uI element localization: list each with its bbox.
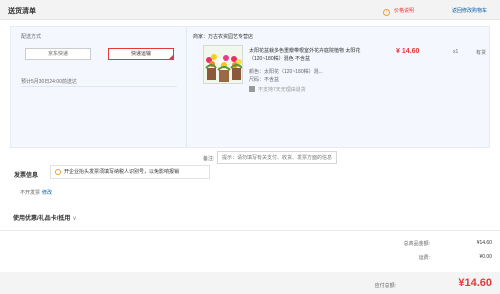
selected-check-icon (168, 54, 174, 60)
invoice-tip-text: 开企业抬头发票须填写纳税人识别号，以免影响报销 (64, 169, 180, 175)
info-icon: ! (383, 9, 390, 16)
lightbulb-icon (55, 169, 61, 175)
divider (0, 230, 500, 231)
invoice-title: 发票信息 (14, 173, 39, 179)
shipping-option-courier-label: 快递运输 (130, 51, 151, 57)
stock-status: 有货 (476, 50, 487, 56)
invoice-status-text: 不开发票 (20, 190, 41, 196)
price-help-link[interactable]: ! 价格说明 (383, 7, 414, 16)
payable-total: ¥14.60 (458, 277, 492, 289)
product-price: ¥ 14.60 (396, 48, 420, 55)
shipping-label: 配送方式 (21, 34, 42, 40)
delivery-eta: 预计5月30日24:00前送达 (21, 79, 77, 85)
section-title: 送货清单 (8, 8, 36, 15)
order-block: 配送方式 京东快递 快递运输 预计5月30日24:00前送达 商家：万古农资园艺… (10, 26, 490, 164)
no-return-label: 不支持7天无理由退货 (258, 87, 306, 93)
freight-label: 运费: (418, 255, 430, 261)
price-help-label: 价格说明 (394, 8, 415, 14)
back-to-cart-link[interactable]: 返回修改购物车 (452, 7, 487, 14)
shipping-panel: 配送方式 京东快递 快递运输 预计5月30日24:00前送达 (11, 27, 187, 147)
return-policy-icon (249, 86, 255, 92)
invoice-status: 不开发票 修改 (20, 189, 52, 196)
shipping-option-jd-express[interactable]: 京东快递 (25, 48, 91, 60)
product-size: 尺码：不含盆 (249, 77, 280, 83)
payable-bar: 应付总额: ¥14.60 (0, 272, 500, 294)
product-image[interactable] (203, 45, 243, 84)
invoice-edit-link[interactable]: 修改 (42, 190, 52, 196)
invoice-tip: 开企业抬头发票须填写纳税人识别号，以免影响报销 (50, 165, 210, 179)
chevron-down-icon: ∨ (72, 216, 77, 222)
coupon-title-label: 使用优惠/礼品卡/抵用 (13, 216, 71, 222)
store-name[interactable]: 商家：万古农资园艺专营店 (193, 33, 253, 40)
product-quantity: x1 (453, 49, 459, 55)
total-amount-label: 总商品金额: (403, 241, 430, 247)
order-list-header: 送货清单 ! 价格说明 返回修改购物车 (0, 0, 500, 20)
no-return-notice: 不支持7天无理由退货 (249, 86, 306, 93)
note-label: 备注: (203, 156, 215, 162)
product-color: 颜色：太阳花（120~180株）混... (249, 69, 323, 75)
coupon-toggle[interactable]: 使用优惠/礼品卡/抵用 ∨ (13, 213, 77, 222)
note-input[interactable] (217, 151, 337, 164)
freight-value: ¥0.00 (479, 254, 492, 260)
divider (21, 86, 177, 87)
total-amount-value: ¥14.60 (476, 240, 492, 246)
product-title[interactable]: 太阳花盆栽多色重瓣带根室外花卉庭院植物 太阳花（120~180株）混色 不含盆 (249, 47, 367, 63)
payable-label: 应付总额: (374, 283, 396, 289)
shipping-option-courier[interactable]: 快递运输 (108, 48, 174, 60)
